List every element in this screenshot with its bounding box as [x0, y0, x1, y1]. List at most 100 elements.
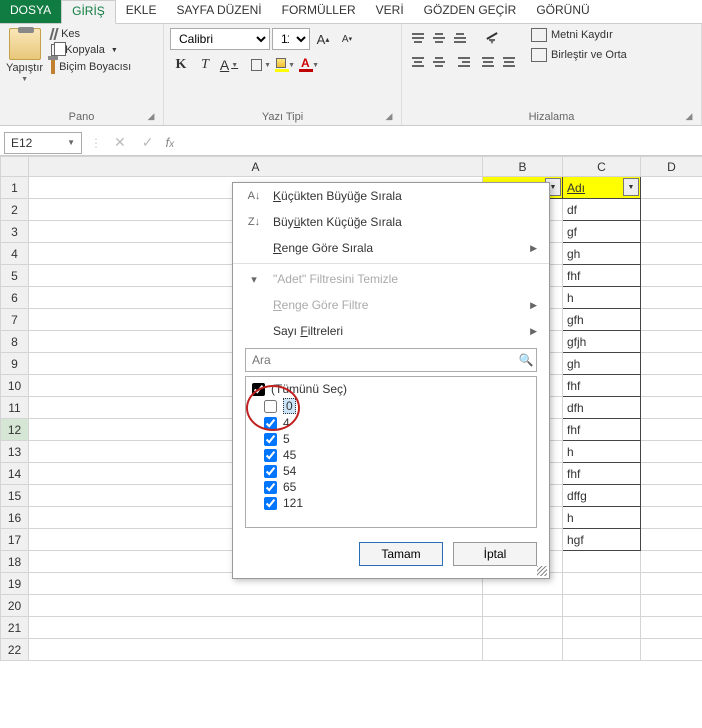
number-filters-item[interactable]: Sayı Filtreleri ▶ — [233, 318, 549, 344]
cell[interactable]: h — [563, 507, 641, 529]
tab-data[interactable]: VERİ — [366, 0, 414, 23]
cell[interactable]: h — [563, 287, 641, 309]
tab-layout[interactable]: SAYFA DÜZENİ — [166, 0, 271, 23]
font-launcher[interactable]: ◢ — [383, 111, 395, 123]
cell[interactable] — [29, 639, 483, 661]
row-header[interactable]: 2 — [1, 199, 29, 221]
row-header[interactable]: 21 — [1, 617, 29, 639]
cell[interactable] — [641, 353, 702, 375]
merge-center-button[interactable]: Birleştir ve Orta — [531, 48, 627, 62]
cell[interactable]: Adı▼ — [563, 177, 641, 199]
cell[interactable]: gfh — [563, 309, 641, 331]
row-header[interactable]: 14 — [1, 463, 29, 485]
tab-review[interactable]: GÖZDEN GEÇİR — [414, 0, 527, 23]
cell[interactable] — [641, 595, 702, 617]
row-header[interactable]: 4 — [1, 243, 29, 265]
cell[interactable] — [563, 617, 641, 639]
row-header[interactable]: 6 — [1, 287, 29, 309]
filter-value-item[interactable]: 45 — [250, 447, 532, 463]
cell[interactable] — [641, 529, 702, 551]
sort-by-color-item[interactable]: Renge Göre Sırala ▶ — [233, 235, 549, 261]
cell[interactable] — [641, 309, 702, 331]
cell[interactable]: fhf — [563, 375, 641, 397]
cell[interactable] — [641, 441, 702, 463]
row-header[interactable]: 12 — [1, 419, 29, 441]
row-header[interactable]: 16 — [1, 507, 29, 529]
cell[interactable] — [641, 199, 702, 221]
row-header[interactable]: 17 — [1, 529, 29, 551]
filter-select-all[interactable]: (Tümünü Seç) — [250, 381, 532, 397]
cell[interactable] — [641, 639, 702, 661]
cell[interactable] — [641, 177, 702, 199]
clipboard-launcher[interactable]: ◢ — [145, 111, 157, 123]
filter-button[interactable]: ▼ — [623, 178, 639, 196]
underline-button[interactable]: A▼ — [218, 54, 240, 76]
cell[interactable] — [641, 287, 702, 309]
row-header[interactable]: 9 — [1, 353, 29, 375]
filter-value-item[interactable]: 5 — [250, 431, 532, 447]
cell[interactable] — [641, 419, 702, 441]
cell[interactable] — [563, 573, 641, 595]
format-painter-button[interactable]: Biçim Boyacısı — [51, 60, 131, 74]
cell[interactable] — [29, 617, 483, 639]
tab-file[interactable]: DOSYA — [0, 0, 61, 23]
filter-values-list[interactable]: (Tümünü Seç) 045455465121 — [245, 376, 537, 528]
cell[interactable] — [641, 485, 702, 507]
resize-grip[interactable] — [537, 566, 547, 576]
cell[interactable] — [641, 265, 702, 287]
row-header[interactable]: 18 — [1, 551, 29, 573]
formula-bar[interactable] — [182, 132, 698, 154]
cell[interactable] — [641, 551, 702, 573]
cell[interactable]: fhf — [563, 463, 641, 485]
cell[interactable]: gh — [563, 243, 641, 265]
row-header[interactable]: 8 — [1, 331, 29, 353]
align-bottom-button[interactable] — [450, 28, 470, 48]
tab-view[interactable]: GÖRÜNÜ — [526, 0, 599, 23]
filter-value-item[interactable]: 121 — [250, 495, 532, 511]
cell[interactable]: dffg — [563, 485, 641, 507]
cell[interactable] — [641, 375, 702, 397]
cell[interactable] — [641, 221, 702, 243]
row-header[interactable]: 7 — [1, 309, 29, 331]
cell[interactable]: gh — [563, 353, 641, 375]
cell[interactable] — [641, 331, 702, 353]
cell[interactable] — [641, 507, 702, 529]
filter-value-item[interactable]: 4 — [250, 415, 532, 431]
cell[interactable] — [641, 397, 702, 419]
col-header-a[interactable]: A — [29, 157, 483, 177]
col-header-d[interactable]: D — [641, 157, 702, 177]
cell[interactable] — [483, 595, 563, 617]
filter-value-item[interactable]: 65 — [250, 479, 532, 495]
cell[interactable]: h — [563, 441, 641, 463]
row-header[interactable]: 20 — [1, 595, 29, 617]
filter-cancel-button[interactable]: İptal — [453, 542, 537, 566]
tab-home[interactable]: GİRİŞ — [61, 0, 116, 24]
font-size-select[interactable]: 11 — [272, 28, 310, 50]
align-left-button[interactable] — [408, 52, 428, 72]
filter-search[interactable]: 🔍 — [245, 348, 537, 372]
align-right-button[interactable] — [450, 52, 470, 72]
increase-font-button[interactable]: A▴ — [312, 28, 334, 50]
align-middle-button[interactable] — [429, 28, 449, 48]
cell[interactable] — [483, 617, 563, 639]
cell[interactable] — [641, 243, 702, 265]
italic-button[interactable]: T — [194, 54, 216, 76]
filter-ok-button[interactable]: Tamam — [359, 542, 443, 566]
decrease-indent-button[interactable] — [478, 52, 498, 72]
font-color-button[interactable]: A▼ — [298, 54, 320, 76]
cell[interactable] — [641, 463, 702, 485]
filter-value-item[interactable]: 54 — [250, 463, 532, 479]
alignment-launcher[interactable]: ◢ — [683, 111, 695, 123]
filter-value-item[interactable]: 0 — [250, 397, 532, 415]
row-header[interactable]: 10 — [1, 375, 29, 397]
cell[interactable]: fhf — [563, 419, 641, 441]
paste-icon[interactable] — [9, 28, 41, 60]
copy-button[interactable]: Kopyala▼ — [51, 44, 131, 56]
wrap-text-button[interactable]: Metni Kaydır — [531, 28, 627, 42]
increase-indent-button[interactable] — [499, 52, 519, 72]
row-header[interactable]: 19 — [1, 573, 29, 595]
row-header[interactable]: 5 — [1, 265, 29, 287]
cell[interactable] — [563, 595, 641, 617]
name-box[interactable]: E12▼ — [4, 132, 82, 154]
tab-insert[interactable]: EKLE — [116, 0, 167, 23]
